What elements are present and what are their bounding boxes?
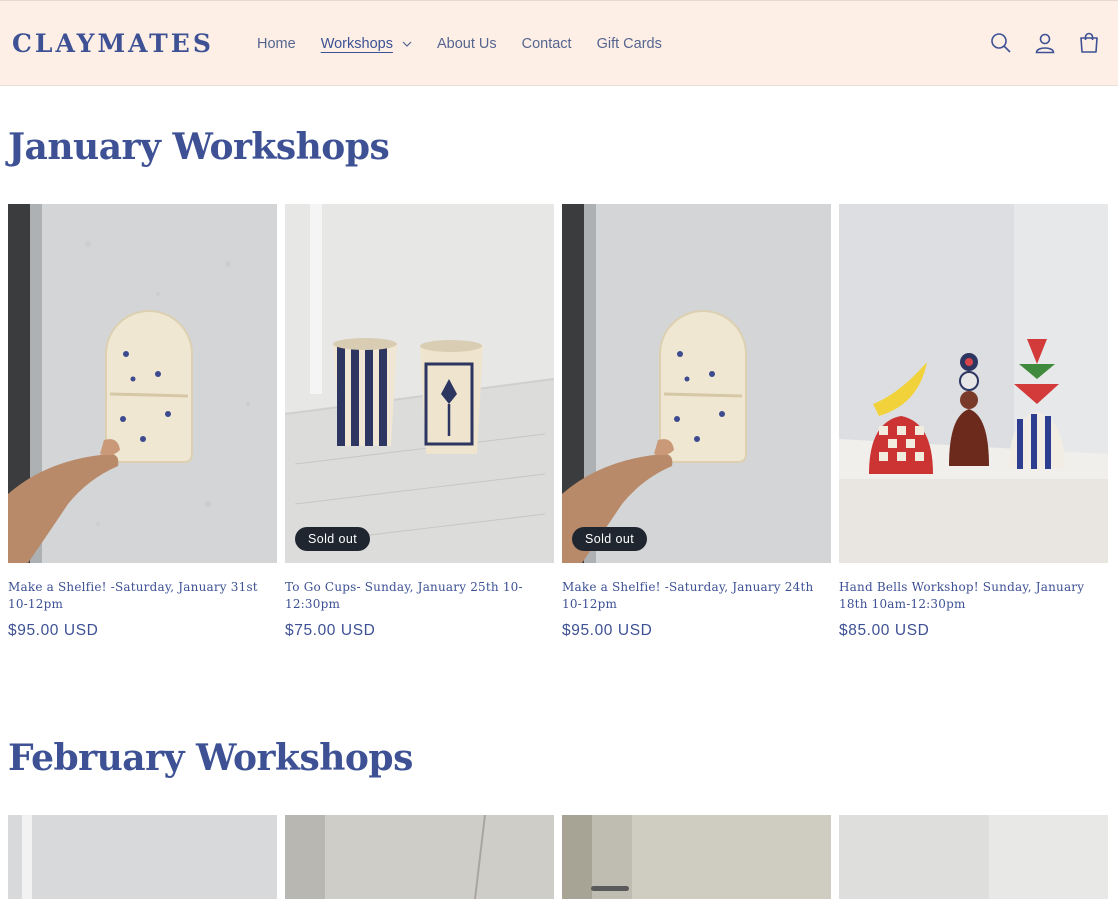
product-title[interactable]: Make a Shelfie! -Saturday, January 24th … <box>562 579 831 613</box>
product-price: $85.00 USD <box>839 622 930 639</box>
product-image[interactable] <box>8 815 277 899</box>
product-image-shelf[interactable]: Sold out <box>562 204 831 563</box>
product-price: $95.00 USD <box>562 622 653 639</box>
nav-item-about[interactable]: About Us <box>437 36 497 52</box>
product-price: $95.00 USD <box>8 622 99 639</box>
product-image[interactable] <box>285 815 554 899</box>
product-title[interactable]: Hand Bells Workshop! Sunday, January 18t… <box>839 579 1108 613</box>
account-icon[interactable] <box>1033 31 1057 55</box>
product-image-bells[interactable] <box>839 204 1108 563</box>
nav-item-contact[interactable]: Contact <box>522 36 572 52</box>
product-card[interactable] <box>8 815 277 899</box>
chevron-down-icon <box>402 41 412 47</box>
january-section-title: January Workshops <box>8 126 390 168</box>
nav-item-home[interactable]: Home <box>257 36 296 52</box>
february-product-grid <box>8 815 1108 899</box>
product-image-shelf[interactable] <box>8 204 277 563</box>
product-card[interactable]: Sold out Make a Shelfie! -Saturday, Janu… <box>562 204 831 640</box>
nav-item-workshops[interactable]: Workshops <box>320 36 412 52</box>
product-image-cups[interactable]: Sold out <box>285 204 554 563</box>
product-card[interactable] <box>839 815 1108 899</box>
product-card[interactable]: Make a Shelfie! -Saturday, January 31st … <box>8 204 277 640</box>
scroll-handle[interactable] <box>591 886 629 891</box>
site-logo[interactable]: CLAYMATES <box>12 29 214 58</box>
product-card[interactable] <box>285 815 554 899</box>
search-icon[interactable] <box>989 31 1013 55</box>
product-title[interactable]: To Go Cups- Sunday, January 25th 10-12:3… <box>285 579 554 613</box>
product-card[interactable]: Hand Bells Workshop! Sunday, January 18t… <box>839 204 1108 640</box>
nav-item-gift-cards[interactable]: Gift Cards <box>597 36 662 52</box>
main-nav: Home Workshops About Us Contact Gift Car… <box>257 35 687 53</box>
product-title[interactable]: Make a Shelfie! -Saturday, January 31st … <box>8 579 277 613</box>
february-section-title: February Workshops <box>8 737 413 779</box>
product-card[interactable]: Sold out To Go Cups- Sunday, January 25t… <box>285 204 554 640</box>
header-icons <box>969 31 1101 55</box>
product-image[interactable] <box>839 815 1108 899</box>
site-header: CLAYMATES Home Workshops About Us Contac… <box>0 0 1118 86</box>
product-price: $75.00 USD <box>285 622 376 639</box>
cart-icon[interactable] <box>1077 31 1101 55</box>
sold-out-badge: Sold out <box>572 527 648 551</box>
january-product-grid: Make a Shelfie! -Saturday, January 31st … <box>8 204 1108 640</box>
nav-item-workshops-label: Workshops <box>320 36 393 52</box>
sold-out-badge: Sold out <box>295 527 371 551</box>
